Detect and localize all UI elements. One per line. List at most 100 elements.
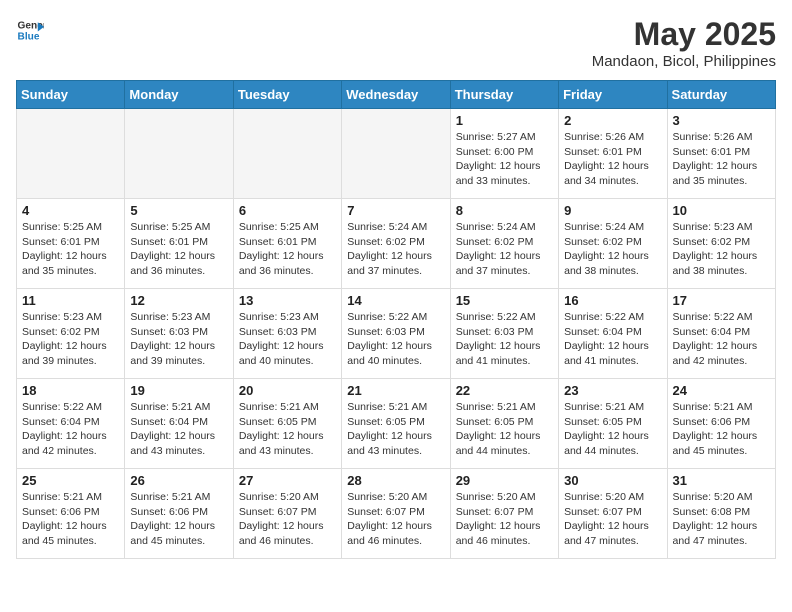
calendar-cell: 22Sunrise: 5:21 AM Sunset: 6:05 PM Dayli… xyxy=(450,379,558,469)
day-number: 22 xyxy=(456,383,553,398)
day-info: Sunrise: 5:22 AM Sunset: 6:03 PM Dayligh… xyxy=(347,310,444,369)
day-info: Sunrise: 5:23 AM Sunset: 6:02 PM Dayligh… xyxy=(673,220,770,279)
day-number: 13 xyxy=(239,293,336,308)
calendar-cell: 20Sunrise: 5:21 AM Sunset: 6:05 PM Dayli… xyxy=(233,379,341,469)
calendar-cell: 9 Sunrise: 5:24 AM Sunset: 6:02 PM Daylig… xyxy=(559,199,667,289)
day-number: 14 xyxy=(347,293,444,308)
day-number: 12 xyxy=(130,293,227,308)
day-info: Sunrise: 5:26 AM Sunset: 6:01 PM Dayligh… xyxy=(564,130,661,189)
week-row-2: 4 Sunrise: 5:25 AM Sunset: 6:01 PM Daylig… xyxy=(17,199,776,289)
calendar-cell: 27 Sunrise: 5:20 AM Sunset: 6:07 PM Dayli… xyxy=(233,469,341,559)
day-info: Sunrise: 5:25 AM Sunset: 6:01 PM Dayligh… xyxy=(22,220,119,279)
day-info: Sunrise: 5:23 AM Sunset: 6:03 PM Dayligh… xyxy=(130,310,227,369)
calendar-cell: 2 Sunrise: 5:26 AM Sunset: 6:01 PM Daylig… xyxy=(559,109,667,199)
day-number: 5 xyxy=(130,203,227,218)
calendar-cell: 7 Sunrise: 5:24 AM Sunset: 6:02 PM Daylig… xyxy=(342,199,450,289)
calendar-cell xyxy=(233,109,341,199)
calendar-cell: 28 Sunrise: 5:20 AM Sunset: 6:07 PM Dayli… xyxy=(342,469,450,559)
day-number: 23 xyxy=(564,383,661,398)
day-number: 29 xyxy=(456,473,553,488)
page-header: General Blue May 2025 Mandaon, Bicol, Ph… xyxy=(16,16,776,70)
day-number: 20 xyxy=(239,383,336,398)
weekday-header-sunday: Sunday xyxy=(17,81,125,109)
day-info: Sunrise: 5:20 AM Sunset: 6:08 PM Dayligh… xyxy=(673,490,770,549)
calendar-cell: 26 Sunrise: 5:21 AM Sunset: 6:06 PM Dayli… xyxy=(125,469,233,559)
day-info: Sunrise: 5:22 AM Sunset: 6:04 PM Dayligh… xyxy=(673,310,770,369)
calendar-cell: 18 Sunrise: 5:22 AM Sunset: 6:04 PM Dayli… xyxy=(17,379,125,469)
calendar-cell: 14 Sunrise: 5:22 AM Sunset: 6:03 PM Dayli… xyxy=(342,289,450,379)
calendar-cell: 21Sunrise: 5:21 AM Sunset: 6:05 PM Dayli… xyxy=(342,379,450,469)
calendar-cell: 13 Sunrise: 5:23 AM Sunset: 6:03 PM Dayli… xyxy=(233,289,341,379)
day-number: 24 xyxy=(673,383,770,398)
day-info: Sunrise: 5:20 AM Sunset: 6:07 PM Dayligh… xyxy=(239,490,336,549)
calendar-cell: 15Sunrise: 5:22 AM Sunset: 6:03 PM Dayli… xyxy=(450,289,558,379)
day-number: 1 xyxy=(456,113,553,128)
day-number: 21 xyxy=(347,383,444,398)
day-info: Sunrise: 5:24 AM Sunset: 6:02 PM Dayligh… xyxy=(347,220,444,279)
weekday-header-saturday: Saturday xyxy=(667,81,775,109)
calendar-cell: 10 Sunrise: 5:23 AM Sunset: 6:02 PM Dayli… xyxy=(667,199,775,289)
day-info: Sunrise: 5:26 AM Sunset: 6:01 PM Dayligh… xyxy=(673,130,770,189)
day-number: 26 xyxy=(130,473,227,488)
calendar-cell: 8Sunrise: 5:24 AM Sunset: 6:02 PM Daylig… xyxy=(450,199,558,289)
day-number: 7 xyxy=(347,203,444,218)
calendar-cell: 19Sunrise: 5:21 AM Sunset: 6:04 PM Dayli… xyxy=(125,379,233,469)
day-number: 18 xyxy=(22,383,119,398)
calendar-cell: 23 Sunrise: 5:21 AM Sunset: 6:05 PM Dayli… xyxy=(559,379,667,469)
day-info: Sunrise: 5:22 AM Sunset: 6:04 PM Dayligh… xyxy=(564,310,661,369)
weekday-header-monday: Monday xyxy=(125,81,233,109)
day-info: Sunrise: 5:20 AM Sunset: 6:07 PM Dayligh… xyxy=(564,490,661,549)
calendar-cell xyxy=(17,109,125,199)
day-number: 25 xyxy=(22,473,119,488)
location-title: Mandaon, Bicol, Philippines xyxy=(592,53,776,70)
day-info: Sunrise: 5:23 AM Sunset: 6:03 PM Dayligh… xyxy=(239,310,336,369)
day-info: Sunrise: 5:25 AM Sunset: 6:01 PM Dayligh… xyxy=(130,220,227,279)
day-number: 8 xyxy=(456,203,553,218)
calendar-cell: 17 Sunrise: 5:22 AM Sunset: 6:04 PM Dayli… xyxy=(667,289,775,379)
day-number: 3 xyxy=(673,113,770,128)
day-info: Sunrise: 5:20 AM Sunset: 6:07 PM Dayligh… xyxy=(347,490,444,549)
svg-text:Blue: Blue xyxy=(18,31,40,42)
week-row-5: 25 Sunrise: 5:21 AM Sunset: 6:06 PM Dayli… xyxy=(17,469,776,559)
day-number: 30 xyxy=(564,473,661,488)
calendar-cell: 6Sunrise: 5:25 AM Sunset: 6:01 PM Daylig… xyxy=(233,199,341,289)
day-info: Sunrise: 5:21 AM Sunset: 6:06 PM Dayligh… xyxy=(130,490,227,549)
calendar-cell: 12 Sunrise: 5:23 AM Sunset: 6:03 PM Dayli… xyxy=(125,289,233,379)
calendar-cell: 11 Sunrise: 5:23 AM Sunset: 6:02 PM Dayli… xyxy=(17,289,125,379)
weekday-header-wednesday: Wednesday xyxy=(342,81,450,109)
day-number: 9 xyxy=(564,203,661,218)
weekday-header-thursday: Thursday xyxy=(450,81,558,109)
day-info: Sunrise: 5:22 AM Sunset: 6:04 PM Dayligh… xyxy=(22,400,119,459)
day-number: 28 xyxy=(347,473,444,488)
calendar-cell xyxy=(125,109,233,199)
day-info: Sunrise: 5:22 AM Sunset: 6:03 PM Dayligh… xyxy=(456,310,553,369)
logo: General Blue xyxy=(16,16,44,44)
day-number: 31 xyxy=(673,473,770,488)
day-number: 27 xyxy=(239,473,336,488)
calendar-cell: 1 Sunrise: 5:27 AM Sunset: 6:00 PM Daylig… xyxy=(450,109,558,199)
day-number: 17 xyxy=(673,293,770,308)
day-info: Sunrise: 5:27 AM Sunset: 6:00 PM Dayligh… xyxy=(456,130,553,189)
calendar-cell: 4 Sunrise: 5:25 AM Sunset: 6:01 PM Daylig… xyxy=(17,199,125,289)
calendar-cell: 24 Sunrise: 5:21 AM Sunset: 6:06 PM Dayli… xyxy=(667,379,775,469)
calendar-cell: 16Sunrise: 5:22 AM Sunset: 6:04 PM Dayli… xyxy=(559,289,667,379)
day-number: 11 xyxy=(22,293,119,308)
day-info: Sunrise: 5:24 AM Sunset: 6:02 PM Dayligh… xyxy=(564,220,661,279)
day-info: Sunrise: 5:21 AM Sunset: 6:05 PM Dayligh… xyxy=(564,400,661,459)
week-row-1: 1 Sunrise: 5:27 AM Sunset: 6:00 PM Daylig… xyxy=(17,109,776,199)
weekday-header-tuesday: Tuesday xyxy=(233,81,341,109)
day-info: Sunrise: 5:20 AM Sunset: 6:07 PM Dayligh… xyxy=(456,490,553,549)
day-number: 2 xyxy=(564,113,661,128)
day-info: Sunrise: 5:21 AM Sunset: 6:04 PM Dayligh… xyxy=(130,400,227,459)
month-title: May 2025 xyxy=(592,16,776,53)
day-number: 10 xyxy=(673,203,770,218)
day-number: 4 xyxy=(22,203,119,218)
day-number: 6 xyxy=(239,203,336,218)
calendar-cell: 3 Sunrise: 5:26 AM Sunset: 6:01 PM Daylig… xyxy=(667,109,775,199)
week-row-3: 11 Sunrise: 5:23 AM Sunset: 6:02 PM Dayli… xyxy=(17,289,776,379)
week-row-4: 18 Sunrise: 5:22 AM Sunset: 6:04 PM Dayli… xyxy=(17,379,776,469)
day-info: Sunrise: 5:21 AM Sunset: 6:06 PM Dayligh… xyxy=(673,400,770,459)
title-block: May 2025 Mandaon, Bicol, Philippines xyxy=(592,16,776,70)
calendar-cell: 5 Sunrise: 5:25 AM Sunset: 6:01 PM Daylig… xyxy=(125,199,233,289)
day-info: Sunrise: 5:23 AM Sunset: 6:02 PM Dayligh… xyxy=(22,310,119,369)
